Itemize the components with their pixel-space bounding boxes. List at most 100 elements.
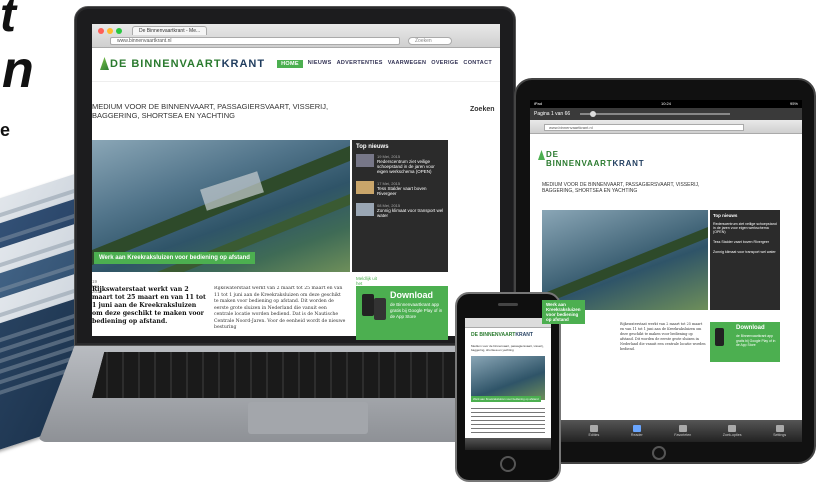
news-text: Rederscentrum ziet veilige schoepstand i… (377, 159, 435, 174)
main-nav: HOME NIEUWS ADVERTENTIES VAARWEGEN OVERI… (277, 60, 492, 68)
editions-icon (589, 425, 598, 432)
minimize-window-button[interactable] (107, 28, 113, 34)
toolbar-edities[interactable]: Edities (588, 425, 600, 437)
tablet-news-item[interactable]: Rederscentrum ziet veilige schoepstand i… (713, 222, 777, 234)
top-nieuws-panel: Top nieuws 19 Mei, 2015 Rederscentrum zie… (352, 140, 448, 272)
close-window-button[interactable] (98, 28, 104, 34)
window-controls (98, 28, 122, 34)
article-lead: Rijkswaterstaat werkt van 2 maart tot 25… (92, 286, 206, 325)
download-title: Download (390, 290, 433, 300)
search-icon (728, 425, 737, 432)
phone-tagline: Medium voor de binnenvaart, passagiersva… (471, 344, 544, 352)
tablet-status-bar: iPad 10:24 95% (530, 100, 802, 108)
site-header: DE BINNENVAARTKRANT HOME NIEUWS ADVERTEN… (92, 48, 500, 82)
nav-contact[interactable]: CONTACT (463, 60, 492, 68)
news-text: Tess Stalder vaart boven Rivergeer (377, 186, 427, 196)
news-thumbnail (356, 181, 374, 194)
download-subtitle: de Binnenvaartkrant app gratis bij Googl… (390, 302, 443, 319)
tablet-article-body: Rijkswaterstaat werkt van 2 maart tot 25… (620, 322, 706, 351)
news-thumbnail (356, 203, 374, 216)
logo-prefix: DE (110, 58, 132, 70)
tablet-download-banner[interactable]: Download de Binnenvaartkrant app gratis … (710, 322, 780, 362)
browser-tab[interactable]: De Binnenvaartkrant - Me... (132, 26, 208, 35)
toolbar-zoek[interactable]: Zoek-opties (723, 425, 742, 437)
logo-icon (100, 57, 109, 70)
logo-main: BINNENVAART (546, 159, 613, 168)
browser-chrome: De Binnenvaartkrant - Me... www.binnenva… (92, 24, 500, 48)
toolbar-reader[interactable]: Reader (631, 425, 643, 437)
top-nieuws-item[interactable]: 17 Mei, 2015 Tess Stalder vaart boven Riv… (356, 181, 444, 196)
nav-home[interactable]: HOME (277, 60, 303, 68)
device-showcase: t n e De Binnenvaartkrant - Me... www.bi… (0, 0, 820, 484)
tablet-site-logo[interactable]: DE BINNENVAARTKRANT (546, 150, 644, 168)
tablet-download-title: Download (736, 325, 765, 331)
toolbar-label: Edities (588, 433, 600, 437)
gear-icon (775, 425, 784, 432)
tablet-top-nieuws: Top nieuws Rederscentrum ziet veilige sc… (710, 210, 780, 310)
status-time: 10:24 (660, 101, 671, 106)
hero-lock-complex (200, 171, 264, 211)
device-label: iPad (534, 101, 543, 106)
tablet-hero-caption[interactable]: Werk aan Kreekraksluizen voor bediening … (542, 300, 585, 324)
phone-screen: DE BINNENVAARTKRANT Medium voor de binne… (465, 318, 551, 450)
phone-hero-caption[interactable]: Werk aan Kreekraksluizen voor bediening … (471, 396, 541, 402)
phone-home-button[interactable] (500, 456, 516, 472)
page-slider-handle[interactable] (590, 111, 596, 117)
nav-nieuws[interactable]: NIEUWS (308, 60, 332, 68)
logo-main: BINNENVAART (131, 58, 222, 70)
phone-hero-image[interactable] (471, 356, 545, 400)
nav-overige[interactable]: OVERIGE (431, 60, 458, 68)
headline-fragment-2: n (2, 41, 34, 99)
toolbar-label: Zoek-opties (722, 433, 742, 437)
laptop-keyboard (92, 352, 502, 398)
nav-advertenties[interactable]: ADVERTENTIES (337, 60, 383, 68)
tablet-news-item[interactable]: Zonnig klimaat voor transport wel water (713, 250, 777, 254)
toolbar-label: Reader (630, 433, 643, 437)
tablet-hero-image[interactable] (542, 210, 708, 310)
site-tagline: MEDIUM VOOR DE BINNENVAART, PASSAGIERSVA… (92, 102, 329, 120)
reader-toolbar: Pagina 1 van 66 (530, 108, 802, 120)
phone-bottom-toolbar (465, 438, 551, 450)
logo-main: BINNENVAART (479, 332, 516, 338)
phone-site-logo[interactable]: DE BINNENVAARTKRANT (471, 332, 533, 338)
top-nieuws-item[interactable]: 08 Mei, 2015 Zonnig klimaat voor transpor… (356, 203, 444, 218)
page-indicator: Pagina 1 van 66 (534, 111, 571, 117)
nav-vaarwegen[interactable]: VAARWEGEN (388, 60, 427, 68)
toolbar-settings[interactable]: Settings (773, 425, 786, 437)
phone-speaker (498, 303, 518, 306)
laptop-trackpad[interactable] (248, 402, 368, 434)
tablet-url-bar[interactable]: www.binnenvaartkrant.nl (544, 124, 744, 131)
favorites-icon (678, 425, 687, 432)
tablet-top-nieuws-title: Top nieuws (713, 213, 738, 218)
page-slider[interactable] (580, 113, 730, 115)
browser-search-input[interactable]: Zoeken (408, 37, 452, 45)
hero-caption[interactable]: Werk aan Kreekraksluizen voor bediening … (94, 252, 255, 264)
tablet-download-subtitle: de Binnenvaartkrant app gratis bij Googl… (736, 334, 776, 347)
tablet-news-item[interactable]: Tess Stalder vaart boven Rivergeer (713, 240, 777, 244)
headline-fragment-3: e (0, 120, 11, 140)
top-nieuws-title: Top nieuws (356, 144, 389, 150)
phone-icon (362, 294, 374, 316)
logo-suffix: KRANT (612, 159, 645, 168)
top-nieuws-item[interactable]: 19 Mei, 2015 Rederscentrum ziet veilige s… (356, 154, 444, 174)
news-text: Zonnig klimaat voor transport wel water (377, 208, 444, 218)
toolbar-favorieten[interactable]: Favorieten (674, 425, 691, 437)
site-logo[interactable]: DE BINNENVAARTKRANT (110, 58, 265, 70)
tablet-home-button[interactable] (652, 446, 666, 460)
maximize-window-button[interactable] (116, 28, 122, 34)
tablet-bottom-toolbar: Archief Edities Reader Favorieten Zoek-o… (530, 420, 802, 442)
logo-suffix: KRANT (221, 58, 266, 70)
download-app-banner[interactable]: Download de Binnenvaartkrant app gratis … (356, 286, 448, 340)
tablet-tagline: MEDIUM VOOR DE BINNENVAART, PASSAGIERSVA… (542, 182, 700, 194)
battery-level: 95% (789, 101, 798, 106)
zoek-label: Zoeken (470, 106, 495, 113)
article-body: Rijkswaterstaat werkt van 2 maart tot 25… (214, 286, 346, 330)
phone-browser-chrome (465, 318, 551, 328)
phone-article-text (471, 408, 545, 434)
url-bar[interactable]: www.binnenvaartkrant.nl (110, 37, 400, 45)
hero-image[interactable]: Werk aan Kreekraksluizen voor bediening … (92, 140, 350, 272)
toolbar-label: Favorieten (674, 433, 692, 437)
phone-icon (374, 298, 386, 320)
logo-prefix: DE (546, 150, 559, 159)
toolbar-label: Settings (773, 433, 787, 437)
